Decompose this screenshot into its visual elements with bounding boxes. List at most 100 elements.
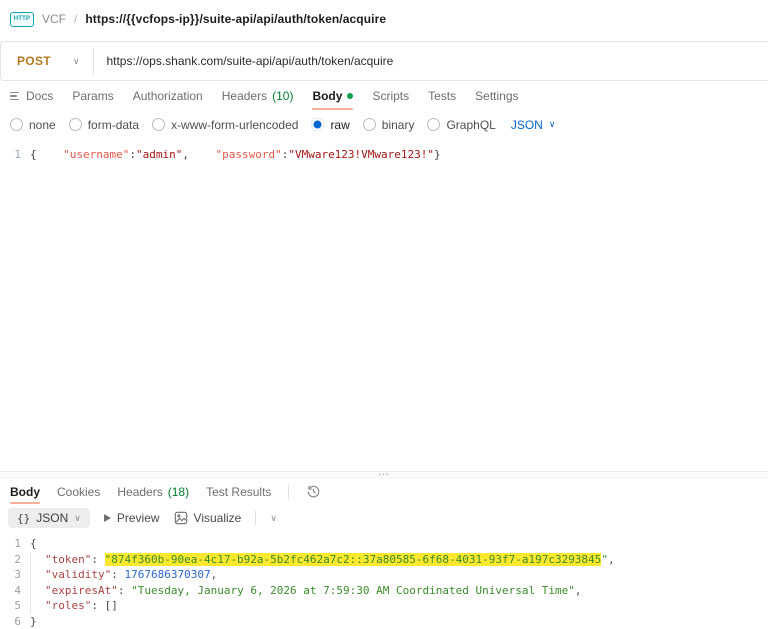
line-number: 2: [0, 552, 30, 568]
code-segment: }: [30, 615, 37, 628]
raw-language-dropdown[interactable]: JSON ∨: [511, 118, 556, 132]
line-number: 4: [0, 583, 30, 599]
body-mode-label: GraphQL: [446, 118, 495, 132]
body-mode-form-data[interactable]: form-data: [69, 118, 139, 132]
breadcrumb-workspace[interactable]: VCF: [42, 12, 66, 26]
chevron-down-icon: ∨: [549, 120, 556, 129]
docs-icon: [10, 92, 19, 101]
image-icon: [174, 511, 188, 525]
code-segment: {: [30, 537, 37, 550]
chevron-down-icon[interactable]: ∨: [270, 514, 277, 523]
radio-selected-icon: [311, 118, 324, 131]
body-mode-graphql[interactable]: GraphQL: [427, 118, 495, 132]
body-mode-binary[interactable]: binary: [363, 118, 415, 132]
tab-body[interactable]: Body: [312, 81, 353, 111]
tab-label: Docs: [26, 89, 53, 103]
divider: [288, 485, 289, 499]
indent-guide: [30, 552, 45, 568]
line-number: 3: [0, 567, 30, 583]
indent-guide: [30, 567, 45, 583]
code-content: { "username":"admin", "password":"VMware…: [30, 147, 441, 163]
request-body-editor[interactable]: 1{ "username":"admin", "password":"VMwar…: [0, 138, 768, 471]
body-mode-none[interactable]: none: [10, 118, 56, 132]
raw-language-label: JSON: [511, 118, 543, 132]
response-body-viewer[interactable]: 1{2"token": "874f360b-90ea-4c17-b92a-5b2…: [0, 531, 768, 629]
code-segment: :: [91, 599, 104, 612]
code-line: 1{ "username":"admin", "password":"VMwar…: [0, 147, 768, 163]
tab-label: Params: [72, 89, 113, 103]
response-format-label: JSON: [36, 511, 68, 525]
url-input[interactable]: https://ops.shank.com/suite-api/api/auth…: [94, 42, 405, 80]
visualize-label: Visualize: [194, 511, 242, 525]
body-mode-label: binary: [382, 118, 415, 132]
code-segment: 1767686370307: [124, 568, 210, 581]
code-content: "validity": 1767686370307,: [30, 567, 217, 583]
code-line: 3"validity": 1767686370307,: [0, 567, 768, 583]
url-bar: POST ∨ https://ops.shank.com/suite-api/a…: [0, 41, 768, 81]
body-mode-x-www-form-urlencoded[interactable]: x-www-form-urlencoded: [152, 118, 298, 132]
code-line: 4"expiresAt": "Tuesday, January 6, 2026 …: [0, 583, 768, 599]
code-line: 2"token": "874f360b-90ea-4c17-b92a-5b2fc…: [0, 552, 768, 568]
response-format-dropdown[interactable]: {} JSON ∨: [8, 508, 90, 528]
visualize-button[interactable]: Visualize: [174, 511, 242, 525]
body-mode-label: none: [29, 118, 56, 132]
code-segment: "VMware123!VMware123!": [288, 148, 434, 161]
code-segment: ,: [608, 553, 615, 566]
tab-authorization[interactable]: Authorization: [133, 81, 203, 111]
radio-icon: [363, 118, 376, 131]
code-segment: "username": [63, 148, 129, 161]
code-segment: "874f360b-90ea-4c17-b92a-5b2fc462a7c2::3…: [105, 553, 602, 566]
response-history-button[interactable]: [306, 484, 321, 499]
tab-scripts[interactable]: Scripts: [372, 81, 409, 111]
play-icon: [104, 514, 111, 522]
code-line: 5"roles": []: [0, 598, 768, 614]
response-tab-body[interactable]: Body: [10, 478, 40, 505]
response-tab-headers[interactable]: Headers (18): [117, 478, 189, 505]
radio-icon: [427, 118, 440, 131]
breadcrumb-request-name[interactable]: https://{{vcfops-ip}}/suite-api/api/auth…: [85, 12, 386, 26]
tab-headers[interactable]: Headers (10): [222, 81, 294, 111]
code-segment: :: [118, 584, 131, 597]
code-segment: ": [601, 553, 608, 566]
method-dropdown[interactable]: POST ∨: [1, 42, 93, 80]
response-toolbar: {} JSON ∨ Preview Visualize ∨: [0, 505, 768, 531]
body-modified-dot-icon: [347, 93, 353, 99]
response-tab-cookies[interactable]: Cookies: [57, 478, 100, 505]
indent-guide: [30, 583, 45, 599]
tab-tests[interactable]: Tests: [428, 81, 456, 111]
preview-button[interactable]: Preview: [104, 511, 160, 525]
pane-splitter[interactable]: •••: [0, 471, 768, 478]
code-content: }: [30, 614, 37, 629]
tab-label: Authorization: [133, 89, 203, 103]
line-number: 5: [0, 598, 30, 614]
json-braces-icon: {}: [17, 512, 30, 525]
http-request-icon: HTTP: [10, 12, 34, 27]
code-segment: "roles": [45, 599, 91, 612]
indent-guide: [30, 598, 45, 614]
body-mode-label: form-data: [88, 118, 139, 132]
code-segment: "password": [215, 148, 281, 161]
code-line: 6}: [0, 614, 768, 629]
body-mode-raw[interactable]: raw: [311, 118, 349, 132]
response-tab-test-results[interactable]: Test Results: [206, 478, 271, 505]
radio-icon: [152, 118, 165, 131]
tab-label: Cookies: [57, 485, 100, 499]
postman-request-view: HTTP VCF / https://{{vcfops-ip}}/suite-a…: [0, 0, 768, 629]
code-content: "token": "874f360b-90ea-4c17-b92a-5b2fc4…: [30, 552, 615, 568]
tab-docs[interactable]: Docs: [10, 81, 53, 111]
tab-settings[interactable]: Settings: [475, 81, 518, 111]
radio-icon: [69, 118, 82, 131]
code-segment: :: [129, 148, 136, 161]
code-content: "expiresAt": "Tuesday, January 6, 2026 a…: [30, 583, 581, 599]
tab-label: Body: [10, 485, 40, 499]
breadcrumb: HTTP VCF / https://{{vcfops-ip}}/suite-a…: [0, 0, 768, 38]
code-segment: "validity": [45, 568, 111, 581]
tab-params[interactable]: Params: [72, 81, 113, 111]
tab-label: Body: [312, 89, 342, 103]
clock-history-icon: [306, 484, 321, 499]
code-segment: ,: [182, 148, 215, 161]
code-segment: {: [30, 148, 63, 161]
code-segment: "admin": [136, 148, 182, 161]
code-content: "roles": []: [30, 598, 118, 614]
tab-label: Settings: [475, 89, 518, 103]
